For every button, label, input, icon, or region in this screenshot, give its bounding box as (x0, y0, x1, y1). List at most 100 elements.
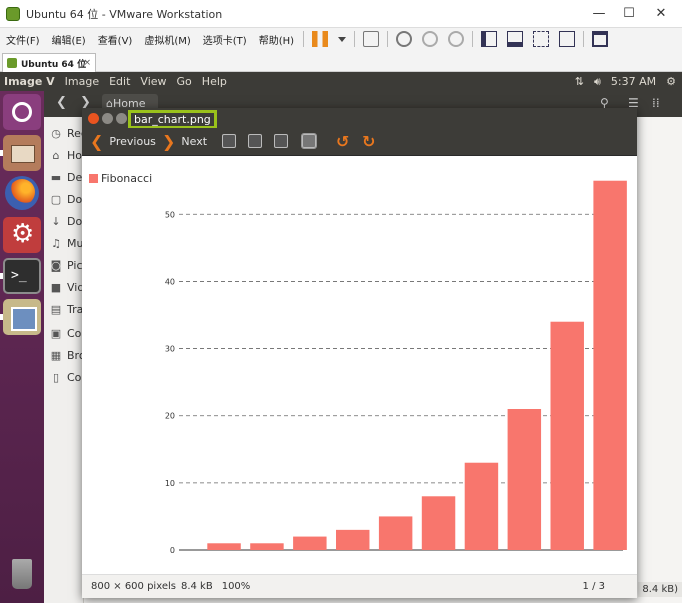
system-settings-icon[interactable] (3, 217, 41, 253)
chevron-left-icon: ❮ (90, 132, 104, 151)
sidebar-item-pictures[interactable]: ◙Pictures (50, 259, 84, 281)
rotate-left-icon[interactable]: ↺ (336, 132, 349, 151)
chevron-down-icon[interactable] (338, 36, 347, 42)
menu-help[interactable]: 帮助(H) (253, 32, 300, 47)
send-keys-icon[interactable] (363, 31, 380, 47)
sidebar-item-documents[interactable]: ▢Documents (50, 193, 84, 215)
vmware-title-bar: Ubuntu 64 位 - VMware Workstation — ☐ ✕ (0, 0, 682, 28)
pause-icon[interactable] (312, 31, 329, 47)
files-status-fragment: 8.4 kB) (638, 582, 682, 597)
y-tick-label: 50 (165, 210, 175, 219)
previous-button[interactable]: ❮ Previous (90, 132, 156, 152)
zoom-out-icon[interactable] (248, 134, 262, 148)
sidebar-item-connect-server[interactable]: ▯Connect to Server (50, 371, 84, 393)
menu-view[interactable]: 查看(V) (92, 32, 139, 47)
image-viewer-window: bar_chart.png ❮ Previous ❯ Next ↺ ↻ 0 10 2… (82, 108, 637, 598)
running-indicator (0, 273, 3, 279)
gear-icon[interactable]: ⚙ (666, 75, 676, 88)
home-icon: ⌂ (52, 149, 60, 162)
next-button[interactable]: ❯ Next (162, 132, 207, 152)
panel-menu-go[interactable]: Go (172, 75, 197, 88)
revert-snapshot-icon[interactable] (422, 31, 439, 47)
image-viewer-icon[interactable] (3, 299, 41, 335)
panel-menu-help[interactable]: Help (197, 75, 232, 88)
files-app-icon[interactable] (3, 135, 41, 171)
console-view-icon[interactable] (592, 31, 609, 47)
maximize-button[interactable]: ☐ (614, 4, 644, 24)
document-icon: ▢ (50, 193, 62, 206)
viewer-close-button[interactable] (88, 113, 99, 124)
sidebar-item-computer[interactable]: ▣Computer (50, 327, 84, 349)
bar-9 (550, 321, 584, 550)
toolbar-separator (354, 31, 356, 47)
y-tick-label: 10 (165, 479, 175, 488)
sidebar-item-videos[interactable]: ■Videos (50, 281, 84, 303)
sidebar-item-browse-network[interactable]: ▦Browse Network (50, 349, 84, 371)
sidebar-item-recent[interactable]: ◷Recent (50, 127, 84, 149)
status-page-count: 1 / 3 (582, 581, 605, 592)
chevron-right-icon: ❯ (162, 132, 176, 151)
y-tick-label: 30 (165, 345, 175, 354)
ubuntu-top-panel: Image V Image Edit View Go Help ⇅ 🔊︎ 5:3… (0, 72, 682, 91)
zoom-normal-icon[interactable] (274, 134, 288, 148)
vm-icon (7, 58, 17, 68)
sidebar-item-trash[interactable]: ▤Trash (50, 303, 84, 325)
legend-swatch (89, 174, 98, 183)
snapshot-manager-icon[interactable] (448, 31, 465, 47)
unity-icon[interactable] (559, 31, 576, 47)
bar-7 (464, 462, 499, 550)
tab-close-icon[interactable]: × (83, 58, 91, 68)
status-zoom: 100% (221, 581, 251, 592)
thumbnail-view-icon[interactable] (507, 31, 524, 47)
network-icon: ▦ (50, 349, 62, 362)
unity-launcher (0, 91, 44, 603)
library-view-icon[interactable] (481, 31, 498, 47)
volume-icon[interactable]: 🔊︎ (594, 75, 601, 89)
viewer-minimize-button[interactable] (102, 113, 113, 124)
zoom-in-icon[interactable] (222, 134, 236, 148)
bar-1 (207, 543, 241, 550)
menu-vm[interactable]: 虚拟机(M) (138, 32, 196, 47)
snapshot-icon[interactable] (396, 31, 413, 47)
previous-label: Previous (109, 135, 156, 148)
status-dimensions: 800 × 600 pixels (91, 581, 176, 592)
panel-menu-image[interactable]: Image (60, 75, 104, 88)
bar-2 (250, 543, 284, 550)
menu-file[interactable]: 文件(F) (0, 32, 46, 47)
bar-5 (378, 516, 413, 550)
trash-icon[interactable] (3, 556, 41, 592)
fullscreen-icon[interactable] (533, 31, 550, 47)
sidebar-item-home[interactable]: ⌂Home (50, 149, 85, 171)
panel-menu-view[interactable]: View (135, 75, 171, 88)
ubuntu-dash-icon[interactable] (3, 94, 41, 130)
panel-menu-edit[interactable]: Edit (104, 75, 135, 88)
zoom-fit-icon[interactable] (301, 133, 317, 149)
tab-ubuntu[interactable]: Ubuntu 64 位 × (2, 53, 96, 72)
download-icon: ↓ (51, 215, 61, 228)
viewer-status-bar: 800 × 600 pixels 8.4 kB 100% 1 / 3 (82, 574, 637, 598)
image-canvas: 0 10 20 30 40 50 Fibonacci (82, 156, 637, 574)
toolbar-separator (303, 31, 305, 47)
menu-tabs[interactable]: 选项卡(T) (197, 32, 253, 47)
panel-app-name: Image V (4, 75, 55, 88)
network-icon[interactable]: ⇅ (575, 75, 584, 88)
bar-4 (336, 529, 370, 550)
sidebar-item-music[interactable]: ♫Music (50, 237, 84, 259)
next-label: Next (181, 135, 208, 148)
sidebar-item-desktop[interactable]: ▬Desktop (50, 171, 84, 193)
toolbar-separator (583, 31, 585, 47)
menu-edit[interactable]: 编辑(E) (46, 32, 92, 47)
vmware-tab-bar: Ubuntu 64 位 × (0, 50, 682, 72)
back-icon[interactable]: ❮ (56, 95, 67, 110)
viewer-maximize-button[interactable] (116, 113, 127, 124)
panel-clock[interactable]: 5:37 AM (611, 75, 656, 88)
terminal-icon[interactable] (3, 258, 41, 294)
sidebar-item-downloads[interactable]: ↓Downloads (50, 215, 84, 237)
minimize-button[interactable]: — (584, 4, 614, 24)
y-tick-label: 40 (165, 277, 175, 286)
close-button[interactable]: ✕ (646, 4, 676, 24)
firefox-icon[interactable] (5, 176, 39, 210)
grid-view-icon[interactable]: ⁞⁞ (652, 96, 660, 110)
rotate-right-icon[interactable]: ↻ (362, 132, 375, 151)
viewer-toolbar: ❮ Previous ❯ Next ↺ ↻ (82, 128, 637, 156)
